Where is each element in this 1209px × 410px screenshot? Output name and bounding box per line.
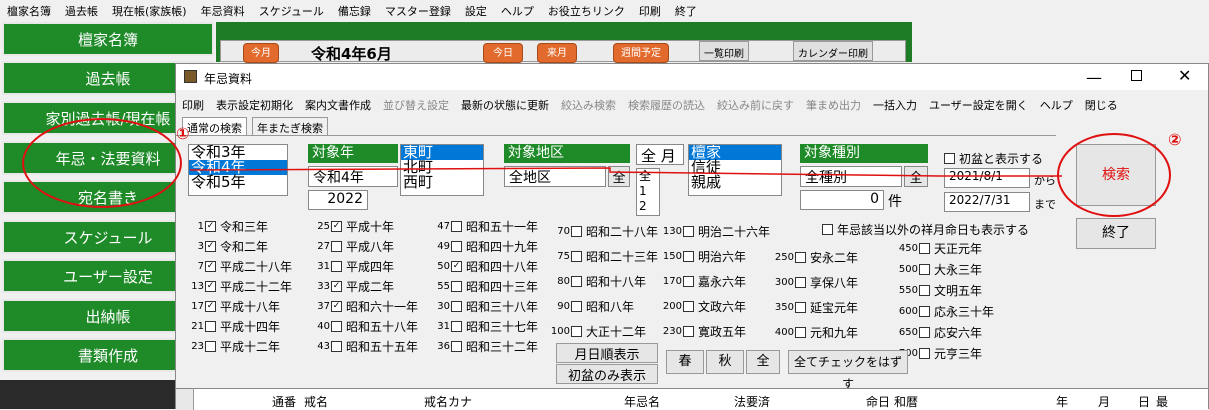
- annotation-connector: [189, 167, 1062, 177]
- annotation-line: [189, 167, 1062, 177]
